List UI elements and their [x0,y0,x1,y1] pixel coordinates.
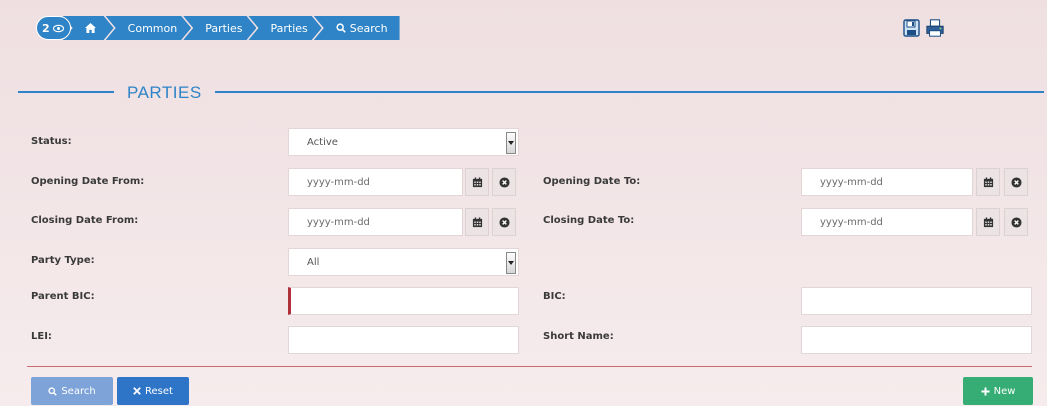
opening-date-to-label: Opening Date To: [543,176,641,187]
opening-date-from-clear-button[interactable] [492,168,516,196]
search-icon [48,386,58,396]
status-value: Active [307,136,338,148]
breadcrumb-search[interactable]: Search [313,16,400,40]
section-rule-right [215,91,1044,93]
breadcrumb-label: Search [349,21,388,35]
short-name-input[interactable] [801,326,1032,354]
opening-date-from-label: Opening Date From: [31,176,145,187]
party-type-select[interactable]: All [288,248,519,276]
chevron-down-icon [506,132,516,154]
party-type-value: All [307,256,320,268]
closing-date-from-clear-button[interactable] [492,208,516,236]
date-placeholder: yyyy-mm-dd [820,216,883,228]
lei-label: LEI: [31,331,52,342]
opening-date-to-calendar-button[interactable] [976,168,1000,196]
parent-bic-label: Parent BIC: [31,291,95,302]
closing-date-to-clear-button[interactable] [1004,208,1028,236]
clear-icon [498,216,510,228]
clear-icon [1010,176,1022,188]
calendar-icon [983,216,993,227]
history-count: 2 [42,21,50,35]
clear-icon [498,176,510,188]
date-placeholder: yyyy-mm-dd [307,176,370,188]
opening-date-to-input[interactable]: yyyy-mm-dd [801,168,973,196]
close-icon [133,387,141,395]
reset-button[interactable]: Reset [117,377,189,405]
chevron-down-icon [506,252,516,274]
breadcrumb-common[interactable]: Common [106,16,192,40]
parent-bic-input[interactable] [288,287,519,315]
date-placeholder: yyyy-mm-dd [307,216,370,228]
closing-date-from-label: Closing Date From: [31,215,139,226]
breadcrumb-parties-sub[interactable]: Parties [248,16,321,40]
new-button[interactable]: New [963,377,1033,405]
save-icon[interactable] [902,18,922,38]
lei-input[interactable] [288,326,519,354]
breadcrumb: 2 Common Parties Parties Search [36,16,400,40]
bic-input[interactable] [801,287,1032,315]
print-icon[interactable] [925,18,945,38]
calendar-icon [472,216,482,227]
breadcrumb-parties[interactable]: Parties [183,16,256,40]
status-label: Status: [31,136,72,147]
clear-icon [1010,216,1022,228]
closing-date-from-calendar-button[interactable] [465,208,489,236]
form-divider [27,366,1032,367]
closing-date-to-label: Closing Date To: [543,215,635,226]
breadcrumb-label: Parties [205,21,243,35]
reset-button-label: Reset [145,385,173,397]
search-button-label: Search [61,385,96,397]
section-rule-left [18,91,114,93]
date-placeholder: yyyy-mm-dd [820,176,883,188]
breadcrumb-label: Parties [270,21,308,35]
opening-date-to-clear-button[interactable] [1004,168,1028,196]
eye-icon [52,24,64,32]
plus-icon [981,386,990,396]
toolbar [902,18,945,38]
opening-date-from-input[interactable]: yyyy-mm-dd [288,168,463,196]
opening-date-from-calendar-button[interactable] [465,168,489,196]
closing-date-to-input[interactable]: yyyy-mm-dd [801,208,973,236]
breadcrumb-label: Common [127,21,178,35]
calendar-icon [472,176,482,187]
search-button[interactable]: Search [31,377,113,405]
home-icon [85,23,96,33]
party-type-label: Party Type: [31,255,95,266]
short-name-label: Short Name: [543,331,614,342]
closing-date-from-input[interactable]: yyyy-mm-dd [288,208,463,236]
bic-label: BIC: [543,291,566,302]
new-button-label: New [993,385,1016,397]
calendar-icon [983,176,993,187]
history-counter[interactable]: 2 [36,16,71,40]
status-select[interactable]: Active [288,128,519,156]
section-title: PARTIES [127,83,202,102]
search-icon [336,23,346,33]
closing-date-to-calendar-button[interactable] [976,208,1000,236]
